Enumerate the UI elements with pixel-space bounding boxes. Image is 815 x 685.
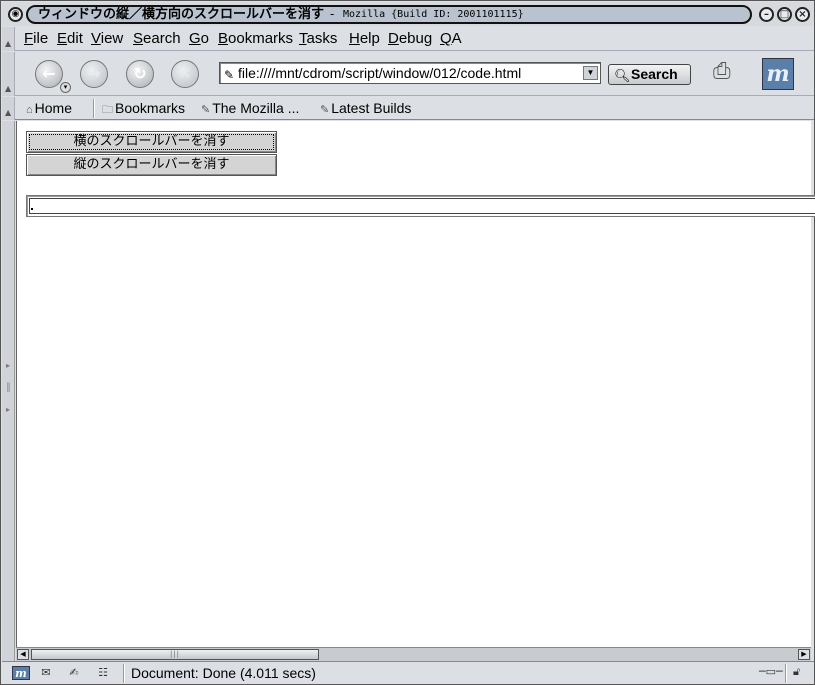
window-app-name: Mozilla {Build ID: 2001101115} [343,9,524,20]
menu-bar: ▲ File Edit View Search Go Bookmarks Tas… [2,27,814,51]
bookmark-builds-label: Latest Builds [331,100,412,116]
bookmarks-label: Bookmarks [115,100,186,116]
toolbar-divider [93,99,95,118]
hide-vertical-scrollbar-button[interactable]: 縦のスクロールバーを消す [26,154,277,176]
scroll-left-icon[interactable]: ◀ [17,649,29,660]
menu-go[interactable]: Go [189,30,209,48]
navbar-grip[interactable]: ▲ [2,52,15,96]
print-icon[interactable]: ⎙ [713,58,753,88]
output-text-inner [29,198,815,214]
mozilla-throbber-logo[interactable]: m [762,58,794,90]
navigation-toolbar: ▲ ← ▾ → ↻ ✕ ✎ file:////mnt/cdrom/script/… [2,52,814,96]
stop-button[interactable]: ✕ [171,60,199,88]
menu-file[interactable]: File [24,30,48,48]
bookmark-the-mozilla[interactable]: ✎ The Mozilla ... [201,99,299,119]
bookmark-latest-builds[interactable]: ✎ Latest Builds [320,99,411,119]
magnifier-icon: 🔍︎ [614,68,631,83]
scroll-right-icon[interactable]: ▶ [798,649,810,660]
bookmarks-button[interactable]: 🗀 Bookmarks [102,99,185,119]
page-proxy-icon: ✎ [224,68,235,82]
menu-view[interactable]: View [91,30,123,48]
home-button[interactable]: ⌂ Home [26,99,72,119]
text-caret [31,208,33,210]
horizontal-scroll-thumb[interactable]: ||| [31,649,319,660]
sidebar-arrow-icon: ▸ [6,405,11,414]
menu-edit[interactable]: Edit [57,30,83,48]
search-button-label: Search [631,66,678,82]
folder-icon: 🗀 [102,104,113,116]
reload-button[interactable]: ↻ [126,60,154,88]
close-icon[interactable]: × [795,7,810,22]
personalbar-grip[interactable]: ▲ [2,97,15,120]
back-dropdown-icon[interactable]: ▾ [60,82,71,93]
menu-qa[interactable]: QA [440,30,462,48]
back-button[interactable]: ← [35,60,63,88]
sidebar-arrow-icon: ▸ [6,361,11,370]
menubar-grip[interactable]: ▲ [2,27,15,51]
title-pill: ウィンドウの縦／横方向のスクロールバーを消す - Mozilla {Build … [26,5,752,24]
browser-window: ◉ ウィンドウの縦／横方向のスクロールバーを消す - Mozilla {Buil… [0,0,815,685]
url-input[interactable]: ✎ file:////mnt/cdrom/script/window/012/c… [219,62,601,84]
address-book-icon[interactable]: ☷ [94,666,112,680]
home-label: Home [34,100,73,116]
page-content: 横のスクロールバーを消す 縦のスクロールバーを消す [16,121,815,647]
security-lock-icon[interactable]: 🔓︎ [793,665,800,679]
title-separator: - [330,7,335,21]
bookmark-icon: ✎ [201,104,211,116]
menu-tasks[interactable]: Tasks [299,30,337,48]
search-button[interactable]: 🔍︎ Search [608,64,691,85]
minimize-icon[interactable]: – [759,7,774,22]
maximize-icon[interactable]: □ [777,7,792,22]
url-history-dropdown-icon[interactable]: ▼ [583,66,598,80]
statusbar-divider [785,664,787,683]
hide-horizontal-scrollbar-button[interactable]: 横のスクロールバーを消す [26,131,277,153]
url-text: file:////mnt/cdrom/script/window/012/cod… [238,65,522,81]
bookmark-mozilla-label: The Mozilla ... [212,100,300,116]
horizontal-scrollbar[interactable]: ◀ ||| ▶ [16,647,811,661]
menu-search[interactable]: Search [133,30,181,48]
status-text: Document: Done (4.011 secs) [131,665,316,681]
online-status-icon[interactable]: ─▭─ [759,665,783,678]
menu-bookmarks[interactable]: Bookmarks [218,30,293,48]
forward-button[interactable]: → [80,60,108,88]
status-bar: m ✉ ✍ ☷ Document: Done (4.011 secs) ─▭─ … [2,661,814,684]
output-text-field[interactable] [26,195,815,217]
home-icon: ⌂ [26,104,33,116]
navigator-icon[interactable]: m [12,666,30,680]
sidebar-grippy[interactable]: ▸ ║ ▸ [2,121,15,661]
personal-toolbar: ▲ ⌂ Home 🗀 Bookmarks ✎ The Mozilla ... ✎ Lat… [2,97,814,120]
menu-debug[interactable]: Debug [388,30,432,48]
sidebar-grip-lines: ║ [6,383,11,392]
statusbar-divider [123,664,125,683]
mail-icon[interactable]: ✉ [37,666,55,680]
title-bar[interactable]: ◉ ウィンドウの縦／横方向のスクロールバーを消す - Mozilla {Buil… [2,2,814,26]
menu-help[interactable]: Help [349,30,380,48]
window-title: ウィンドウの縦／横方向のスクロールバーを消す [38,7,325,22]
composer-icon[interactable]: ✍ [65,666,83,680]
window-menu-icon[interactable]: ◉ [8,7,23,22]
bookmark-icon: ✎ [320,104,330,116]
